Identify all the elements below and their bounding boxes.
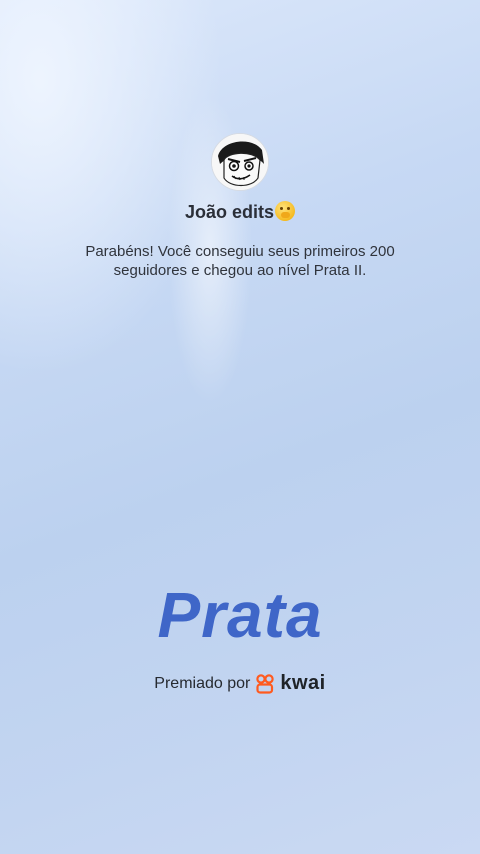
background-light-beam	[0, 0, 480, 854]
profile-name-text: João edits	[184, 202, 275, 222]
level-title: Prata	[157, 579, 323, 651]
kwai-logo-icon	[256, 673, 275, 694]
avatar	[211, 133, 269, 191]
awarded-by-label: Premiado por	[154, 674, 251, 692]
brand-name: kwai	[280, 672, 326, 694]
profile-name: João edits	[0, 201, 480, 223]
shushing-face-emoji-icon	[275, 201, 296, 221]
congrats-message: Parabéns! Você conseguiu seus primeiros …	[85, 243, 395, 279]
sketch-face-avatar-icon	[212, 134, 268, 190]
awarded-by-row: Premiado por kwai	[0, 672, 480, 695]
